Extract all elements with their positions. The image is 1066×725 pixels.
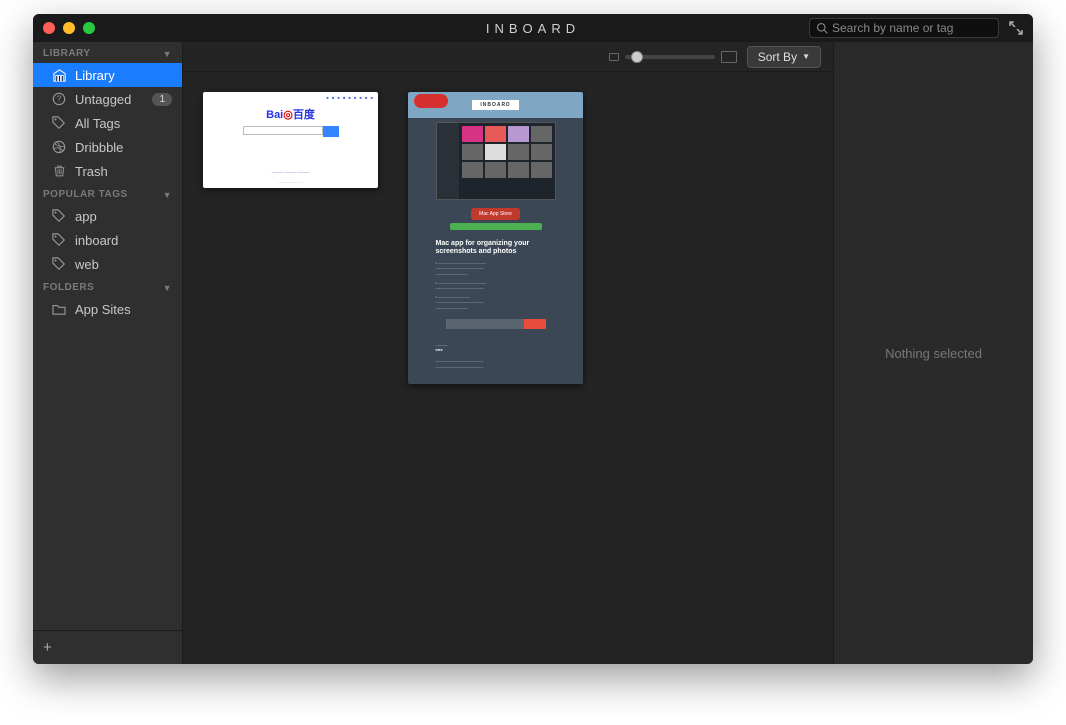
tag-icon (51, 115, 67, 131)
large-grid-icon (721, 51, 737, 63)
dribbble-icon (51, 139, 67, 155)
folder-icon (51, 301, 67, 317)
window-controls (43, 22, 95, 34)
count-badge: 1 (152, 93, 172, 106)
trash-icon (51, 163, 67, 179)
main-area: Sort By ▼ ■ ■ ■ ■ ■ ■ ■ ■ ■ Bai◎百度 ——— —… (183, 42, 833, 664)
sort-by-dropdown[interactable]: Sort By ▼ (747, 46, 821, 68)
small-grid-icon (609, 53, 619, 61)
sidebar-tag-inboard[interactable]: inboard (33, 228, 182, 252)
sidebar-folder-app-sites[interactable]: App Sites (33, 297, 182, 321)
sidebar-item-all-tags[interactable]: All Tags (33, 111, 182, 135)
sidebar-item-dribbble[interactable]: Dribbble (33, 135, 182, 159)
sidebar-tag-app[interactable]: app (33, 204, 182, 228)
add-button[interactable]: + (43, 639, 52, 656)
svg-text:?: ? (57, 95, 62, 104)
thumbnail-item[interactable]: ■ ■ ■ ■ ■ ■ ■ ■ ■ Bai◎百度 ——— ——— ——— ———… (203, 92, 378, 188)
sidebar-item-trash[interactable]: Trash (33, 159, 182, 183)
details-panel: Nothing selected (833, 42, 1033, 664)
chevron-down-icon: ▼ (163, 190, 172, 200)
sidebar-item-label: Dribbble (75, 140, 172, 155)
thumbnails-grid: ■ ■ ■ ■ ■ ■ ■ ■ ■ Bai◎百度 ——— ——— ——— ———… (183, 72, 833, 664)
sidebar-item-label: web (75, 257, 172, 272)
empty-state-label: Nothing selected (885, 346, 982, 361)
sidebar-item-label: Library (75, 68, 172, 83)
slider-knob[interactable] (631, 51, 643, 63)
sidebar-tag-web[interactable]: web (33, 252, 182, 276)
sidebar-item-untagged[interactable]: ? Untagged 1 (33, 87, 182, 111)
search-icon (816, 22, 828, 34)
sidebar-item-label: App Sites (75, 302, 172, 317)
close-icon[interactable] (43, 22, 55, 34)
section-header-library[interactable]: LIBRARY ▼ (33, 42, 182, 63)
tag-icon (51, 256, 67, 272)
thumbnail-size-slider[interactable] (609, 51, 737, 63)
slider-track[interactable] (625, 55, 715, 59)
sidebar: LIBRARY ▼ Library ? Untagged 1 All Tags … (33, 42, 183, 664)
sidebar-item-label: All Tags (75, 116, 172, 131)
chevron-down-icon: ▼ (802, 52, 810, 61)
search-input[interactable] (832, 21, 992, 35)
app-window: INBOARD LIBRARY ▼ Library ? Untagged (33, 14, 1033, 664)
thumbnail-item[interactable]: INBOARD Mac App Store Mac app for organi… (408, 92, 583, 384)
section-header-folders[interactable]: FOLDERS ▼ (33, 276, 182, 297)
sidebar-item-label: inboard (75, 233, 172, 248)
sidebar-item-label: app (75, 209, 172, 224)
chevron-down-icon: ▼ (163, 283, 172, 293)
tag-icon (51, 232, 67, 248)
sidebar-footer: + (33, 630, 182, 664)
section-label: LIBRARY (43, 48, 91, 59)
toolbar: Sort By ▼ (183, 42, 833, 72)
sidebar-item-label: Untagged (75, 92, 144, 107)
titlebar: INBOARD (33, 14, 1033, 42)
zoom-icon[interactable] (83, 22, 95, 34)
section-label: POPULAR TAGS (43, 189, 128, 200)
library-icon (51, 67, 67, 83)
section-label: FOLDERS (43, 282, 94, 293)
fullscreen-icon[interactable] (1009, 21, 1023, 35)
section-header-popular-tags[interactable]: POPULAR TAGS ▼ (33, 183, 182, 204)
sidebar-item-library[interactable]: Library (33, 63, 182, 87)
sort-by-label: Sort By (758, 50, 797, 64)
search-field[interactable] (809, 18, 999, 38)
question-icon: ? (51, 91, 67, 107)
minimize-icon[interactable] (63, 22, 75, 34)
sidebar-item-label: Trash (75, 164, 172, 179)
tag-icon (51, 208, 67, 224)
chevron-down-icon: ▼ (163, 49, 172, 59)
